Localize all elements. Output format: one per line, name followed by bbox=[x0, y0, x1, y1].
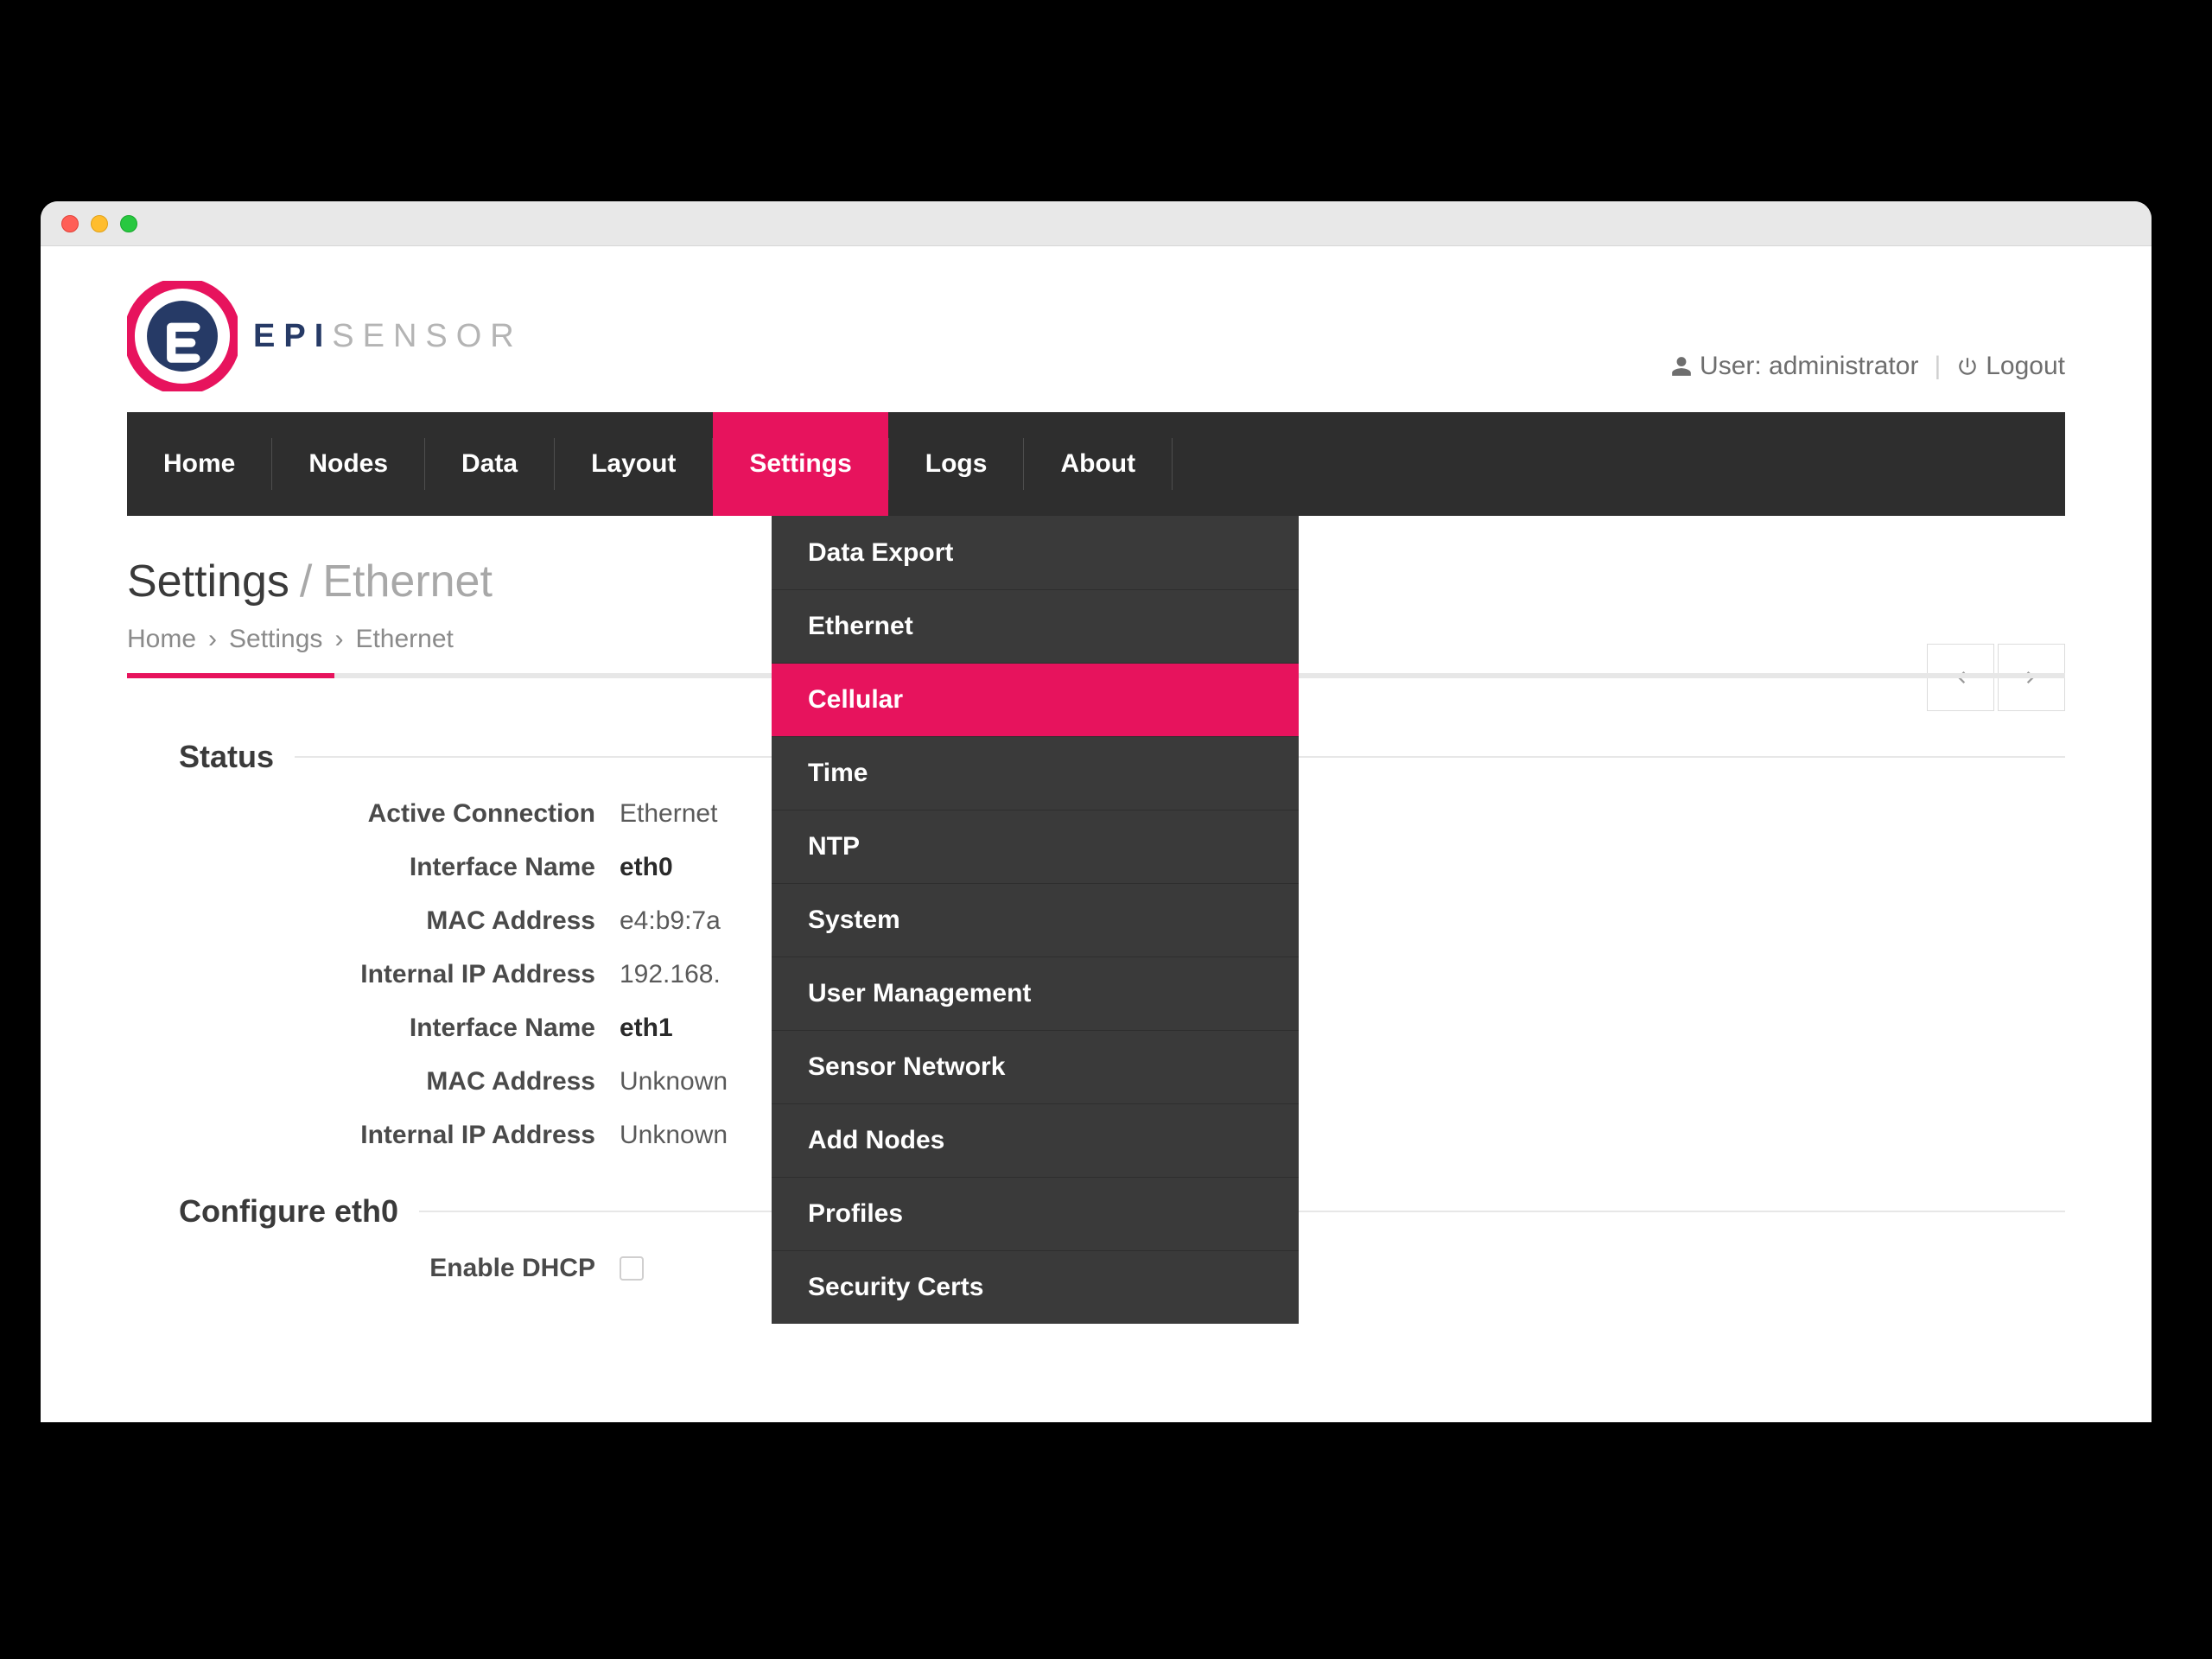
crumb-ethernet[interactable]: Ethernet bbox=[355, 625, 453, 654]
nav-layout[interactable]: Layout bbox=[555, 412, 712, 516]
label-enable-dhcp: Enable DHCP bbox=[127, 1254, 620, 1283]
nav-settings[interactable]: Settings bbox=[713, 412, 887, 516]
user-icon bbox=[1670, 355, 1693, 378]
dd-cellular[interactable]: Cellular bbox=[772, 663, 1299, 736]
settings-dropdown: Data Export Ethernet Cellular Time NTP S… bbox=[772, 516, 1299, 1324]
value-mac-1: Unknown bbox=[620, 1067, 728, 1096]
label-interface-name-1: Interface Name bbox=[127, 1014, 620, 1043]
value-ip-0: 192.168. bbox=[620, 960, 721, 989]
dd-sensor-network[interactable]: Sensor Network bbox=[772, 1030, 1299, 1103]
main-nav: Home Nodes Data Layout Settings Logs Abo… bbox=[127, 412, 2065, 516]
value-active-connection: Ethernet bbox=[620, 799, 717, 829]
section-heading-configure: Configure eth0 bbox=[179, 1193, 398, 1230]
dd-user-management[interactable]: User Management bbox=[772, 957, 1299, 1030]
label-ip-1: Internal IP Address bbox=[127, 1121, 620, 1150]
crumb-settings[interactable]: Settings bbox=[229, 625, 322, 654]
dd-system[interactable]: System bbox=[772, 883, 1299, 957]
window-titlebar bbox=[41, 201, 2152, 246]
brand-wordmark: EPISENSOR bbox=[253, 318, 523, 355]
value-ip-1: Unknown bbox=[620, 1121, 728, 1150]
dd-profiles[interactable]: Profiles bbox=[772, 1177, 1299, 1250]
current-user-label: User: administrator bbox=[1670, 352, 1918, 381]
dd-add-nodes[interactable]: Add Nodes bbox=[772, 1103, 1299, 1177]
separator: | bbox=[1934, 352, 1941, 381]
crumb-sep: › bbox=[208, 625, 217, 654]
label-mac-0: MAC Address bbox=[127, 906, 620, 936]
label-active-connection: Active Connection bbox=[127, 799, 620, 829]
label-mac-1: MAC Address bbox=[127, 1067, 620, 1096]
value-interface-name-0: eth0 bbox=[620, 853, 673, 882]
nav-about[interactable]: About bbox=[1024, 412, 1172, 516]
brand-logo: EPISENSOR bbox=[127, 281, 523, 391]
label-interface-name-0: Interface Name bbox=[127, 853, 620, 882]
window-maximize-button[interactable] bbox=[120, 215, 137, 232]
dd-security-certs[interactable]: Security Certs bbox=[772, 1250, 1299, 1324]
logo-icon bbox=[127, 281, 238, 391]
section-heading-status: Status bbox=[179, 739, 274, 775]
power-icon bbox=[1956, 355, 1979, 378]
nav-nodes[interactable]: Nodes bbox=[272, 412, 424, 516]
value-mac-0: e4:b9:7a bbox=[620, 906, 721, 936]
checkbox-enable-dhcp[interactable] bbox=[620, 1256, 644, 1281]
nav-data[interactable]: Data bbox=[425, 412, 554, 516]
value-interface-name-1: eth1 bbox=[620, 1014, 673, 1043]
dd-time[interactable]: Time bbox=[772, 736, 1299, 810]
nav-home[interactable]: Home bbox=[127, 412, 271, 516]
window-minimize-button[interactable] bbox=[91, 215, 108, 232]
window-close-button[interactable] bbox=[61, 215, 79, 232]
dd-ethernet[interactable]: Ethernet bbox=[772, 589, 1299, 663]
label-ip-0: Internal IP Address bbox=[127, 960, 620, 989]
app-window: EPISENSOR User: administrator | Logout bbox=[41, 201, 2152, 1422]
nav-logs[interactable]: Logs bbox=[889, 412, 1024, 516]
dd-ntp[interactable]: NTP bbox=[772, 810, 1299, 883]
dd-data-export[interactable]: Data Export bbox=[772, 516, 1299, 589]
crumb-sep: › bbox=[334, 625, 343, 654]
crumb-home[interactable]: Home bbox=[127, 625, 196, 654]
logout-link[interactable]: Logout bbox=[1956, 352, 2065, 381]
